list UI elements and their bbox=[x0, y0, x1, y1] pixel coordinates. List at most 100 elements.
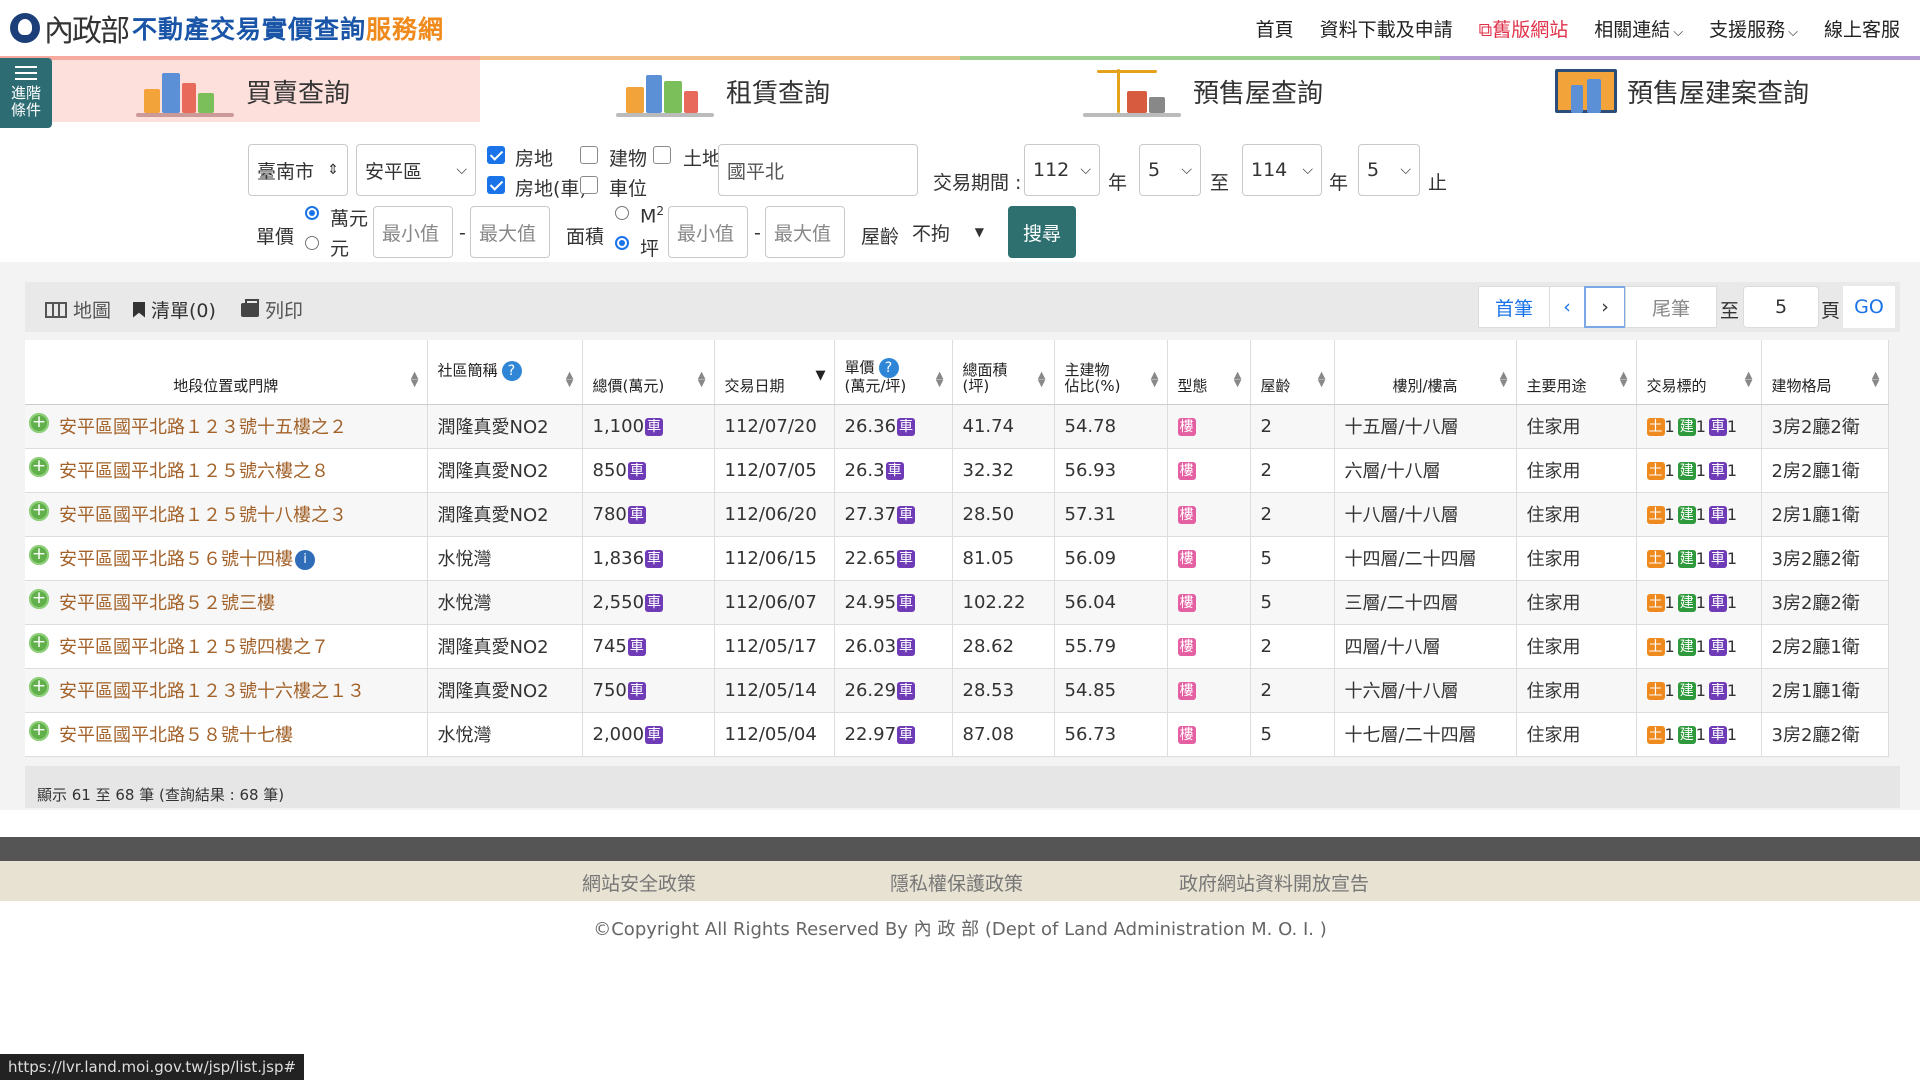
checkbox-real-estate-label: 房地 bbox=[515, 148, 554, 170]
checkbox-real-estate-car[interactable] bbox=[487, 176, 505, 194]
from-month-select[interactable]: 5 ⌵ bbox=[1139, 144, 1201, 196]
unit-price-min-input[interactable]: 最小值 bbox=[373, 206, 453, 258]
cell-address[interactable]: + 安平區國平北路１２５號六樓之８ bbox=[25, 448, 428, 493]
address-link[interactable]: 安平區國平北路１２３號十六樓之１３ bbox=[59, 681, 365, 702]
cell-unit-price: 26.3 車 bbox=[834, 448, 953, 493]
expand-plus-icon[interactable]: + bbox=[29, 501, 49, 521]
go-button[interactable]: GO bbox=[1843, 286, 1895, 328]
page-number-input[interactable]: 5 bbox=[1743, 286, 1819, 328]
nav-old-site[interactable]: ⧉舊版網站 bbox=[1479, 15, 1569, 42]
district-select[interactable]: 安平區 ⌵ bbox=[356, 144, 476, 196]
cell-date: 112/06/07 bbox=[714, 580, 835, 625]
cell-address[interactable]: + 安平區國平北路１２３號十六樓之１３ bbox=[25, 668, 428, 713]
col-target[interactable]: 交易標的 ▲ ▼ bbox=[1636, 340, 1762, 405]
col-usage[interactable]: 主要用途 ▲ ▼ bbox=[1516, 340, 1637, 405]
link-privacy-policy[interactable]: 隱私權保護政策 bbox=[890, 869, 1023, 896]
radio-unit-yuan[interactable] bbox=[305, 236, 319, 250]
advanced-conditions-button[interactable]: 進階條件 bbox=[0, 58, 52, 128]
col-layout[interactable]: 建物格局 ▲ ▼ bbox=[1761, 340, 1889, 405]
nav-home[interactable]: 首頁 bbox=[1256, 15, 1294, 42]
address-link[interactable]: 安平區國平北路１２５號六樓之８ bbox=[59, 461, 329, 482]
link-open-data[interactable]: 政府網站資料開放宣告 bbox=[1179, 869, 1369, 896]
checkbox-real-estate[interactable] bbox=[487, 146, 505, 164]
tab-rent[interactable]: 租賃查詢 bbox=[480, 56, 960, 122]
nav-support[interactable]: 支援服務 ⌵ bbox=[1709, 15, 1798, 42]
col-unit-price[interactable]: 單價? (萬元/坪) ▲ ▼ bbox=[834, 340, 953, 405]
table-row[interactable]: + 安平區國平北路５２號三樓 水悅灣 2,550 車 112/06/07 24.95 車 102… bbox=[25, 580, 1889, 625]
nav-download[interactable]: 資料下載及申請 bbox=[1320, 15, 1453, 42]
col-date[interactable]: 交易日期 ▼ bbox=[714, 340, 835, 405]
last-page-button[interactable]: 尾筆 bbox=[1625, 286, 1717, 328]
radio-area-m2[interactable] bbox=[615, 206, 629, 220]
to-year-select[interactable]: 114 ⌵ bbox=[1242, 144, 1322, 196]
car-count: 1 bbox=[1726, 548, 1738, 568]
col-age[interactable]: 屋齡 ▲ ▼ bbox=[1250, 340, 1335, 405]
print-button[interactable]: 列印 bbox=[241, 296, 303, 323]
cell-address[interactable]: + 安平區國平北路５８號十七樓 bbox=[25, 712, 428, 757]
table-row[interactable]: + 安平區國平北路１２３號十六樓之１３ 潤隆真愛NO2 750 車 112/05/14 26… bbox=[25, 668, 1889, 713]
expand-plus-icon[interactable]: + bbox=[29, 413, 49, 433]
checkbox-parking[interactable] bbox=[580, 176, 598, 194]
from-year-select[interactable]: 112 ⌵ bbox=[1024, 144, 1100, 196]
to-month-select[interactable]: 5 ⌵ bbox=[1358, 144, 1420, 196]
col-main-building-ratio[interactable]: 主建物 佔比(%) ▲ ▼ bbox=[1054, 340, 1168, 405]
address-link[interactable]: 安平區國平北路１２３號十五樓之２ bbox=[59, 417, 347, 438]
search-button[interactable]: 搜尋 bbox=[1008, 206, 1076, 258]
address-link[interactable]: 安平區國平北路１２５號四樓之７ bbox=[59, 637, 329, 658]
address-link[interactable]: 安平區國平北路５８號十七樓 bbox=[59, 725, 293, 746]
area-max-input[interactable]: 最大值 bbox=[765, 206, 845, 258]
cell-address[interactable]: + 安平區國平北路１２５號十八樓之３ bbox=[25, 492, 428, 537]
table-row[interactable]: + 安平區國平北路５８號十七樓 水悅灣 2,000 車 112/05/04 22.97 車 87… bbox=[25, 712, 1889, 757]
cell-address[interactable]: + 安平區國平北路１２３號十五樓之２ bbox=[25, 404, 428, 449]
map-button[interactable]: 地圖 bbox=[45, 296, 111, 323]
nav-online-service[interactable]: 線上客服 bbox=[1824, 15, 1900, 42]
expand-plus-icon[interactable]: + bbox=[29, 677, 49, 697]
cell-type: 樓 bbox=[1167, 404, 1251, 449]
unit-price-max-input[interactable]: 最大值 bbox=[470, 206, 550, 258]
prev-page-button[interactable]: ‹ bbox=[1549, 286, 1585, 328]
address-link[interactable]: 安平區國平北路１２５號十八樓之３ bbox=[59, 505, 347, 526]
info-icon[interactable]: i bbox=[295, 550, 315, 570]
expand-plus-icon[interactable]: + bbox=[29, 633, 49, 653]
table-row[interactable]: + 安平區國平北路１２３號十五樓之２ 潤隆真愛NO2 1,100 車 112/07/20 2… bbox=[25, 404, 1889, 449]
city-select[interactable]: 臺南市 ⇕ bbox=[248, 144, 348, 196]
cell-address[interactable]: + 安平區國平北路５６號十四樓 i bbox=[25, 536, 428, 581]
col-type[interactable]: 型態 ▲ ▼ bbox=[1167, 340, 1251, 405]
tab-presale[interactable]: 預售屋查詢 bbox=[960, 56, 1440, 122]
site-logo[interactable]: 內政部 不動產交易實價查詢服務網 bbox=[10, 0, 444, 56]
checkbox-building[interactable] bbox=[580, 146, 598, 164]
table-row[interactable]: + 安平區國平北路５６號十四樓 i 水悅灣 1,836 車 112/06/15 22.65 車 8… bbox=[25, 536, 1889, 581]
expand-plus-icon[interactable]: + bbox=[29, 721, 49, 741]
cell-address[interactable]: + 安平區國平北路１２５號四樓之７ bbox=[25, 624, 428, 669]
radio-area-ping[interactable] bbox=[615, 236, 629, 250]
expand-plus-icon[interactable]: + bbox=[29, 545, 49, 565]
col-floor[interactable]: 樓別/樓高 ▲ ▼ bbox=[1334, 340, 1517, 405]
table-row[interactable]: + 安平區國平北路１２５號十八樓之３ 潤隆真愛NO2 780 車 112/06/20 27.… bbox=[25, 492, 1889, 537]
area-min-input[interactable]: 最小值 bbox=[668, 206, 748, 258]
cell-address[interactable]: + 安平區國平北路５２號三樓 bbox=[25, 580, 428, 625]
address-link[interactable]: 安平區國平北路５２號三樓 bbox=[59, 593, 275, 614]
col-unit-price-label-1: 單價 bbox=[844, 358, 875, 376]
list-button[interactable]: 清單(0) bbox=[133, 296, 216, 323]
table-row[interactable]: + 安平區國平北路１２５號六樓之８ 潤隆真愛NO2 850 車 112/07/05 26.3… bbox=[25, 448, 1889, 493]
address-link[interactable]: 安平區國平北路５６號十四樓 bbox=[59, 549, 293, 570]
help-icon[interactable]: ? bbox=[501, 360, 522, 381]
keyword-input[interactable]: 國平北 bbox=[718, 144, 918, 196]
checkbox-land[interactable] bbox=[653, 146, 671, 164]
col-total-price[interactable]: 總價(萬元) ▲ ▼ bbox=[582, 340, 715, 405]
radio-unit-wan[interactable] bbox=[305, 206, 319, 220]
tab-buy-sell[interactable]: 買賣查詢 bbox=[0, 56, 480, 122]
col-community[interactable]: 社區簡稱? ▲ ▼ bbox=[427, 340, 583, 405]
table-row[interactable]: + 安平區國平北路１２５號四樓之７ 潤隆真愛NO2 745 車 112/05/17 26.0… bbox=[25, 624, 1889, 669]
age-select[interactable]: 不拘 ▼ bbox=[904, 206, 998, 258]
first-page-button[interactable]: 首筆 bbox=[1478, 286, 1550, 328]
next-page-button[interactable]: › bbox=[1584, 286, 1626, 328]
help-icon[interactable]: ? bbox=[878, 357, 899, 378]
expand-plus-icon[interactable]: + bbox=[29, 457, 49, 477]
nav-related[interactable]: 相關連結 ⌵ bbox=[1594, 15, 1683, 42]
link-security-policy[interactable]: 網站安全政策 bbox=[582, 869, 696, 896]
col-address[interactable]: 地段位置或門牌 ▲ ▼ bbox=[25, 340, 428, 405]
col-area[interactable]: 總面積 (坪) ▲ ▼ bbox=[952, 340, 1055, 405]
expand-plus-icon[interactable]: + bbox=[29, 589, 49, 609]
tab-presale-project[interactable]: 預售屋建案查詢 bbox=[1440, 56, 1920, 122]
